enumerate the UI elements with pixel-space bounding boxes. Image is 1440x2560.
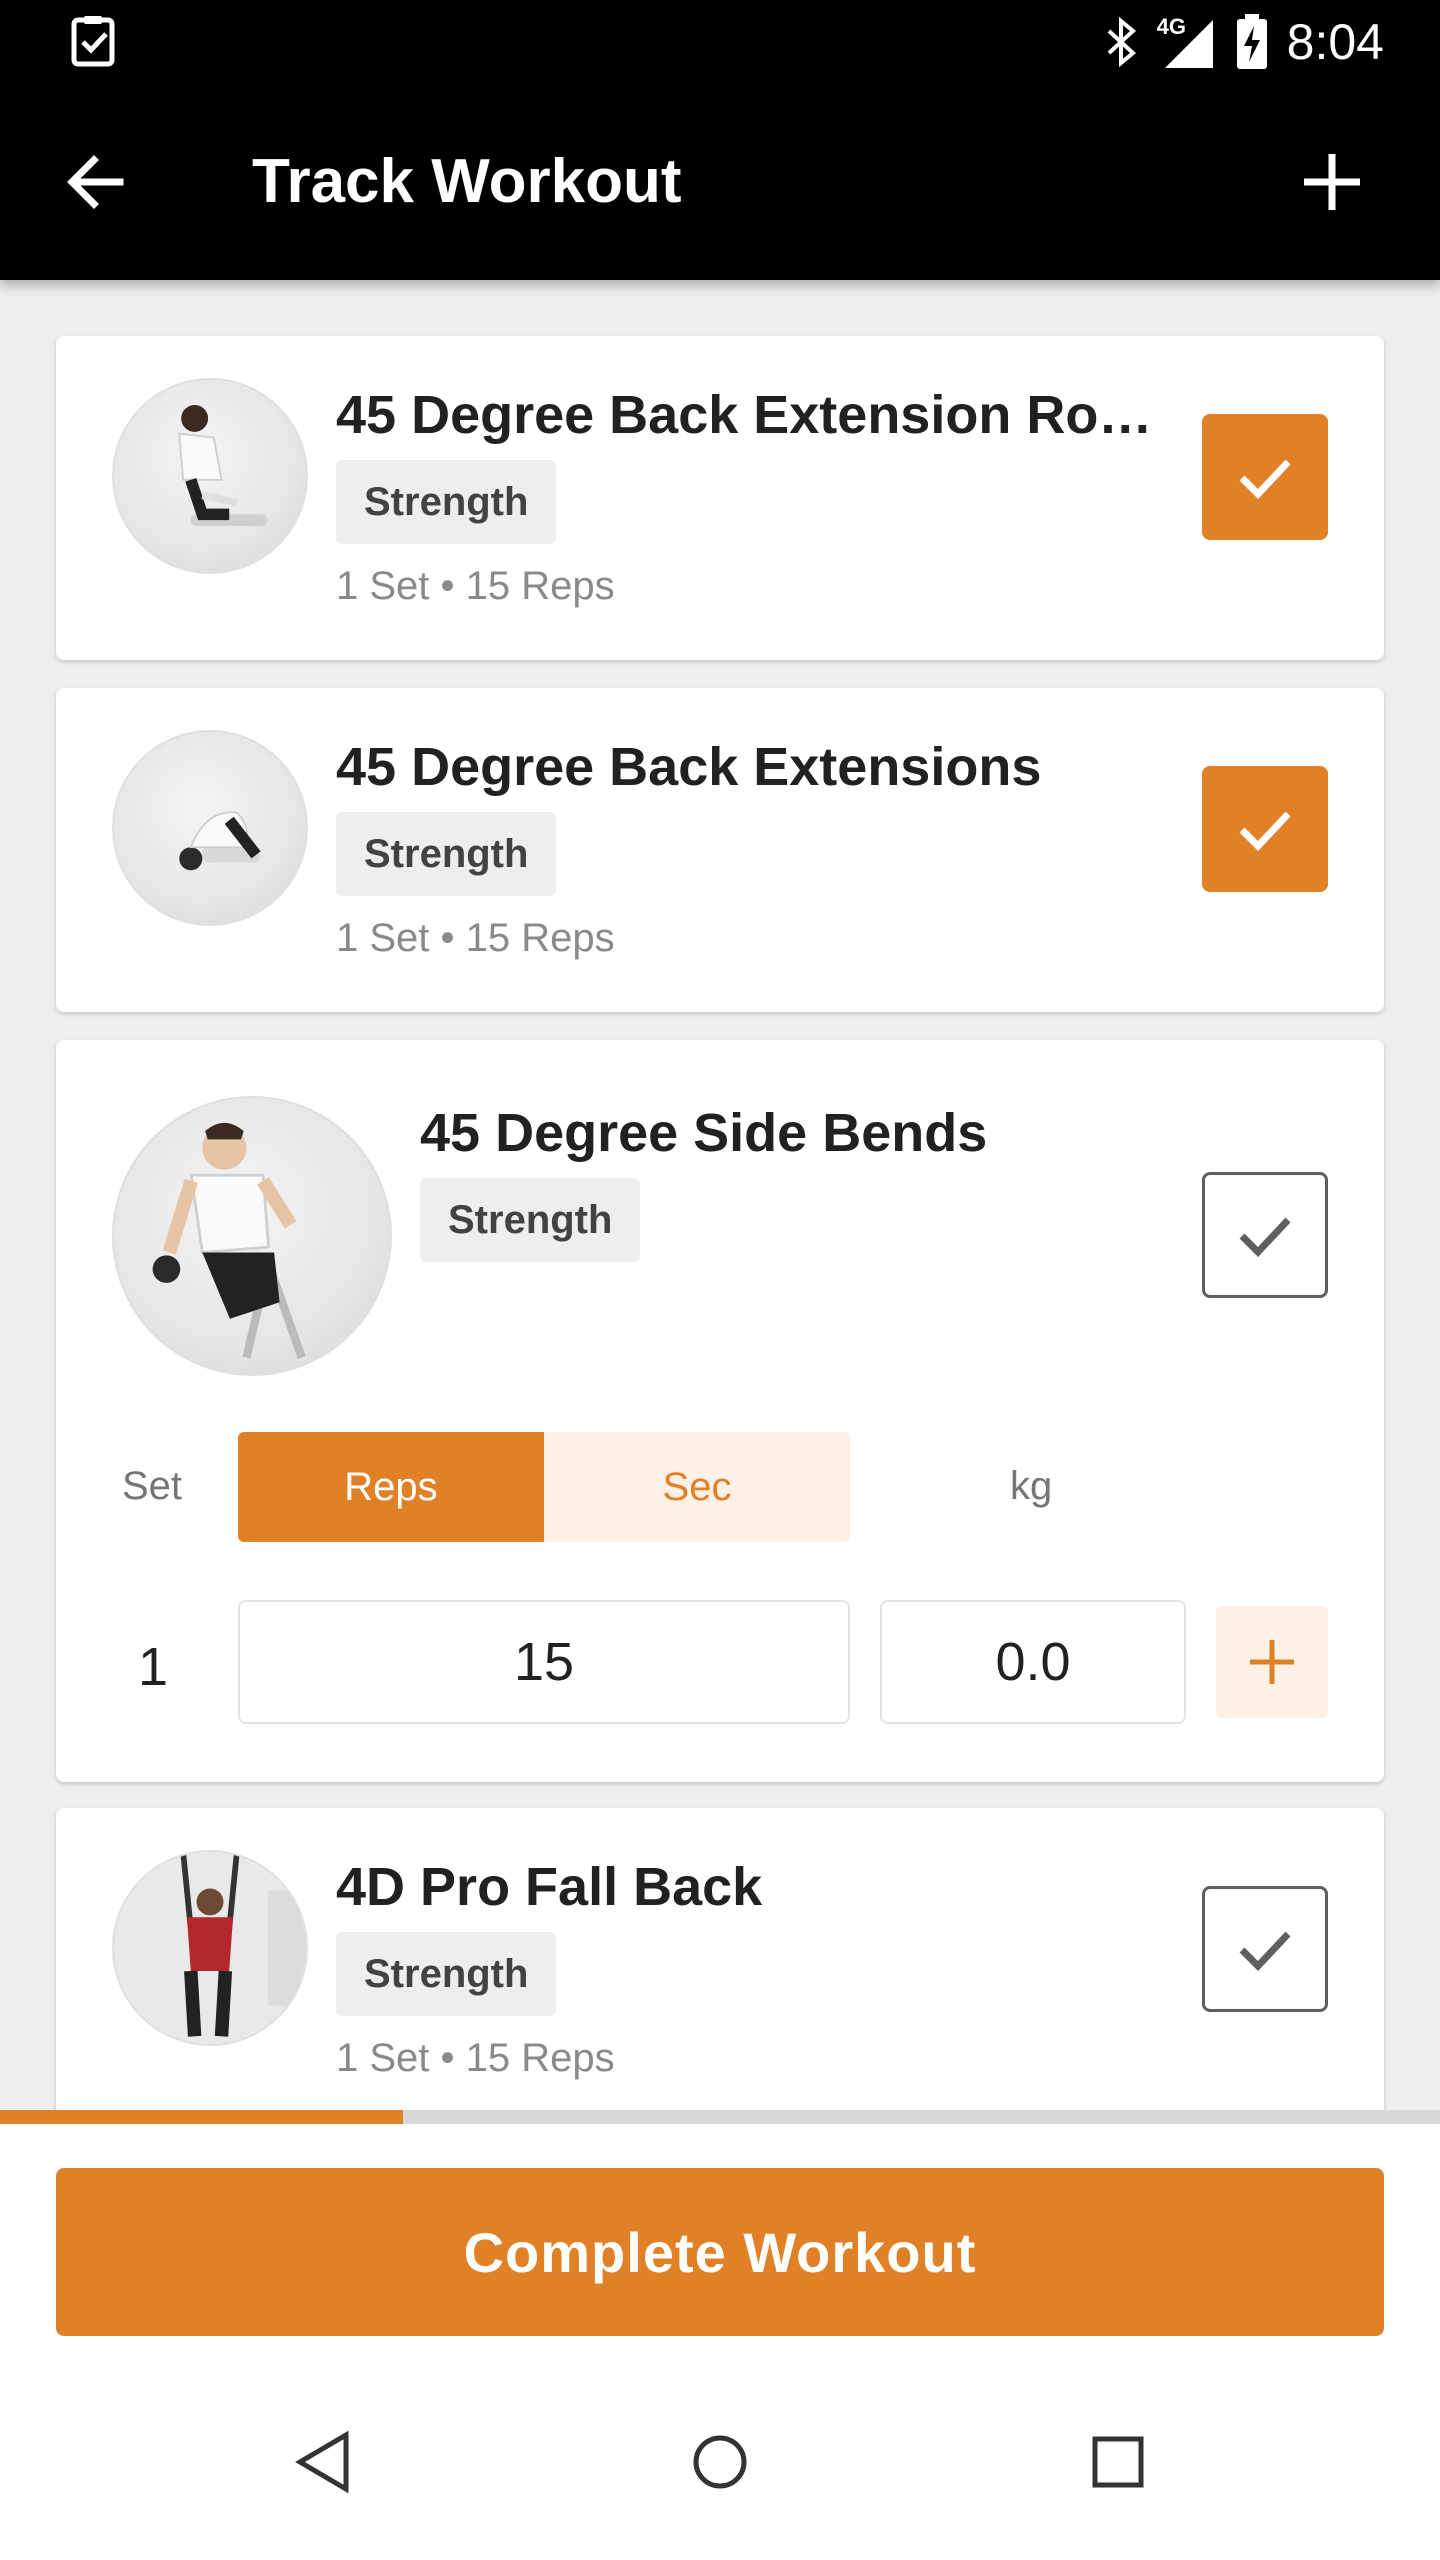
- workout-progress-fill: [0, 2110, 404, 2124]
- add-set-button[interactable]: [1216, 1606, 1328, 1718]
- exercise-thumbnail: [112, 1096, 392, 1376]
- category-badge: Strength: [420, 1178, 641, 1262]
- exercise-complete-checkbox[interactable]: [1202, 1172, 1328, 1298]
- app-bar: Track Workout: [0, 84, 1440, 280]
- mode-tab-sec[interactable]: Sec: [544, 1432, 850, 1542]
- nav-back-button[interactable]: [272, 2412, 372, 2512]
- exercise-name: 45 Degree Back Extensions: [336, 737, 1042, 797]
- exercise-thumbnail: [112, 730, 308, 926]
- exercise-card-expanded[interactable]: 45 Degree Side Bends Strength Set Reps S…: [56, 1040, 1384, 1782]
- exercise-card[interactable]: 4D Pro Fall Back Strength 1 Set • 15 Rep…: [56, 1808, 1384, 2110]
- set-column-header: Set: [122, 1464, 183, 1508]
- square-recents-icon: [1092, 2436, 1144, 2488]
- system-nav-bar: [0, 2364, 1440, 2560]
- bottom-panel: Complete Workout: [0, 2124, 1440, 2560]
- clock-time: 8:04: [1286, 14, 1384, 70]
- exercise-summary: 1 Set • 15 Reps: [336, 564, 615, 608]
- status-bar: 4G 8:04: [0, 0, 1440, 84]
- circle-home-icon: [693, 2435, 747, 2489]
- check-icon: [1239, 459, 1291, 500]
- nav-home-button[interactable]: [670, 2412, 770, 2512]
- battery-charging-icon: [1236, 14, 1267, 69]
- plus-icon: [1250, 1640, 1294, 1684]
- exercise-list[interactable]: 45 Degree Back Extension Ro… Strength 1 …: [0, 280, 1440, 2110]
- category-badge: Strength: [336, 460, 557, 544]
- weight-input[interactable]: 0.0: [880, 1600, 1186, 1724]
- category-badge: Strength: [336, 812, 557, 896]
- signal-icon: 4G: [1157, 14, 1217, 70]
- triangle-back-icon: [295, 2430, 349, 2494]
- exercise-complete-checkbox[interactable]: [1202, 1886, 1328, 2012]
- weight-unit-header: kg: [1010, 1464, 1053, 1508]
- category-badge: Strength: [336, 1932, 557, 2016]
- page-title: Track Workout: [252, 147, 682, 216]
- exercise-card[interactable]: 45 Degree Back Extension Ro… Strength 1 …: [56, 336, 1384, 660]
- bluetooth-icon: [1107, 17, 1136, 67]
- complete-workout-button[interactable]: Complete Workout: [56, 2168, 1384, 2336]
- exercise-thumbnail: [112, 1850, 308, 2046]
- exercise-complete-checkbox[interactable]: [1202, 766, 1328, 892]
- reps-input[interactable]: 15: [238, 1600, 850, 1724]
- nav-recents-button[interactable]: [1068, 2412, 1168, 2512]
- exercise-summary: 1 Set • 15 Reps: [336, 2036, 615, 2080]
- exercise-card[interactable]: 45 Degree Back Extensions Strength 1 Set…: [56, 688, 1384, 1012]
- exercise-summary: 1 Set • 15 Reps: [336, 916, 615, 960]
- check-icon: [1239, 811, 1291, 852]
- exercise-thumbnail: [112, 378, 308, 574]
- exercise-complete-checkbox[interactable]: [1202, 414, 1328, 540]
- exercise-name: 45 Degree Side Bends: [420, 1103, 988, 1163]
- plus-icon[interactable]: [1296, 146, 1368, 218]
- set-number: 1: [138, 1637, 169, 1697]
- clipboard-check-icon: [71, 16, 115, 67]
- exercise-name: 4D Pro Fall Back: [336, 1857, 763, 1917]
- check-icon: [1239, 1931, 1291, 1972]
- exercise-name: 45 Degree Back Extension Ro…: [336, 385, 1153, 445]
- arrow-back-icon[interactable]: [60, 146, 132, 218]
- workout-progress-bar: [0, 2110, 1440, 2124]
- mode-tab-reps[interactable]: Reps: [238, 1432, 544, 1542]
- check-icon: [1239, 1217, 1291, 1258]
